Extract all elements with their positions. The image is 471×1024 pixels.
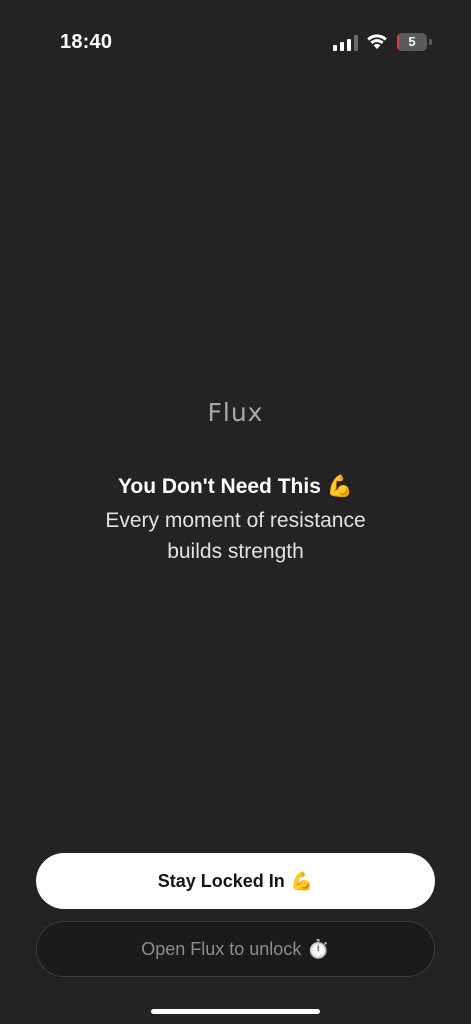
home-indicator[interactable]: [151, 1009, 320, 1014]
headline-text: You Don't Need This: [117, 475, 321, 498]
headline: You Don't Need This 💪: [0, 475, 471, 499]
battery-cap: [429, 39, 432, 45]
stay-locked-in-label: Stay Locked In: [157, 870, 285, 891]
flexed-biceps-icon: 💪: [290, 870, 314, 891]
status-time: 18:40: [60, 31, 113, 53]
battery-body: 5: [397, 33, 427, 51]
battery-percentage: 5: [408, 34, 416, 49]
stay-locked-in-button[interactable]: Stay Locked In 💪: [36, 853, 435, 909]
app-logo: Flux: [207, 398, 264, 427]
open-flux-label: Open Flux to unlock: [141, 938, 302, 959]
battery-icon: 5: [397, 33, 432, 51]
open-flux-to-unlock-button[interactable]: Open Flux to unlock ⏱️: [36, 921, 435, 977]
motivational-subtitle: Every moment of resistance builds streng…: [105, 509, 366, 563]
wifi-icon: [367, 34, 387, 49]
stopwatch-icon: ⏱️: [307, 938, 330, 959]
signal-icon: [333, 35, 358, 51]
status-bar: 18:40 5: [0, 0, 471, 80]
flexed-biceps-icon: 💪: [326, 475, 354, 498]
